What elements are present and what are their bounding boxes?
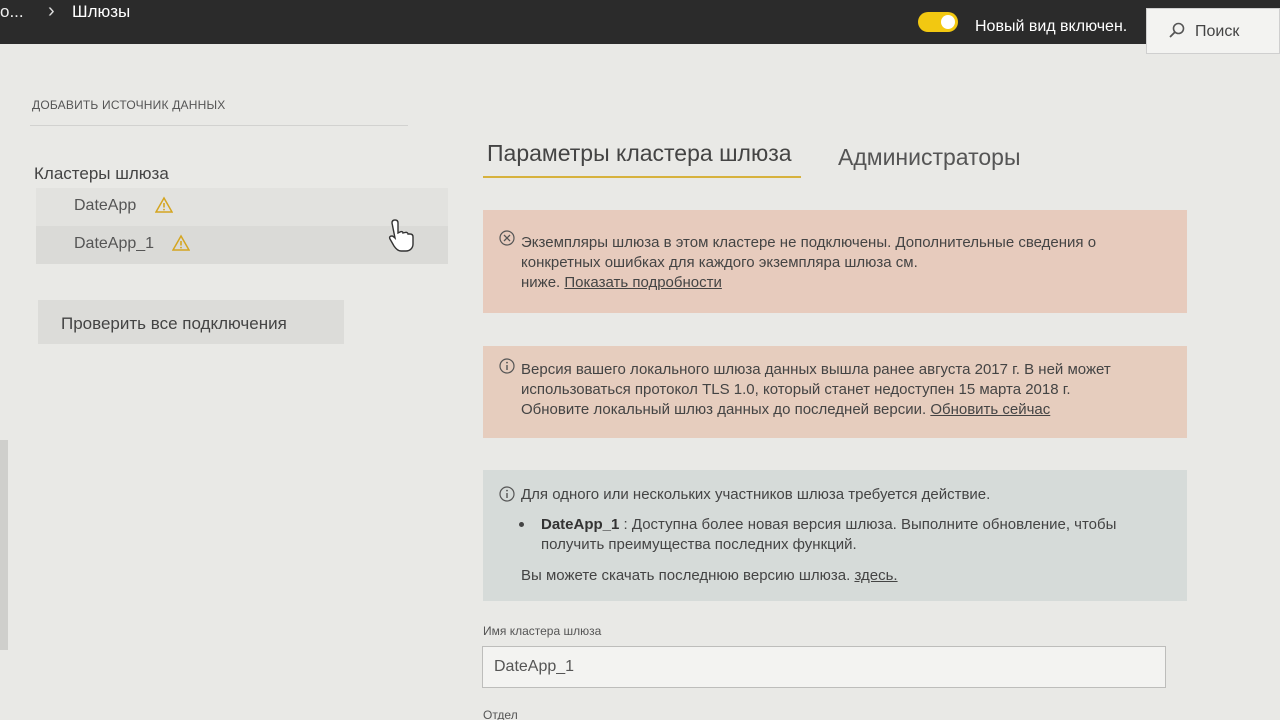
- search-label: Поиск: [1195, 23, 1240, 40]
- cluster-name: DateApp_1: [74, 235, 155, 252]
- cluster-name-label: Имя кластера шлюза: [483, 624, 602, 638]
- warning-icon: [172, 234, 190, 251]
- error-alert-not-connected: Экземпляры шлюза в этом кластере не подк…: [483, 210, 1187, 313]
- info-circle-icon: [499, 486, 515, 502]
- download-here-link[interactable]: здесь.: [854, 567, 897, 584]
- search-icon: [1169, 22, 1185, 38]
- info-title: Для одного или нескольких участников шлю…: [521, 486, 991, 503]
- bullet-dot: [519, 522, 524, 527]
- department-label: Отдел: [483, 708, 518, 720]
- cluster-item-dateapp-1[interactable]: DateApp_1: [36, 226, 448, 264]
- bullet-text: : Доступна более новая версия шлюза. Вып…: [619, 516, 1117, 533]
- info-bullet: DateApp_1 : Доступна более новая версия …: [541, 515, 1157, 555]
- toggle-knob: [941, 15, 955, 29]
- alert-line: Обновите локальный шлюз данных до послед…: [521, 400, 1157, 420]
- alert-line: использоваться протокол TLS 1.0, который…: [521, 381, 1071, 398]
- info-alert-action-required: Для одного или нескольких участников шлю…: [483, 470, 1187, 601]
- alert-line: конкретных ошибках для каждого экземпляр…: [521, 254, 918, 271]
- alert-line: Версия вашего локального шлюза данных вы…: [521, 361, 1111, 378]
- alert-line-prefix: ниже.: [521, 274, 561, 291]
- hand-cursor-icon: [388, 219, 414, 252]
- tab-cluster-settings[interactable]: Параметры кластера шлюза: [487, 140, 792, 167]
- alert-line: ниже. Показать подробности: [521, 273, 1157, 293]
- alert-text: Версия вашего локального шлюза данных вы…: [521, 360, 1157, 420]
- search-button[interactable]: Поиск: [1146, 8, 1280, 54]
- bullet-line: DateApp_1 : Доступна более новая версия …: [541, 515, 1157, 535]
- update-now-link[interactable]: Обновить сейчас: [930, 401, 1050, 418]
- warning-icon: [155, 196, 173, 213]
- bullet-member-name: DateApp_1: [541, 516, 620, 533]
- cluster-name-input[interactable]: [482, 646, 1166, 688]
- active-tab-indicator: [483, 176, 801, 178]
- tab-administrators[interactable]: Администраторы: [838, 144, 1020, 171]
- alert-text: Экземпляры шлюза в этом кластере не подк…: [521, 233, 1157, 293]
- cluster-name: DateApp: [74, 197, 137, 214]
- alert-line: Экземпляры шлюза в этом кластере не подк…: [521, 234, 1097, 251]
- alert-line-prefix: Обновите локальный шлюз данных до послед…: [521, 401, 927, 418]
- info-circle-icon: [499, 358, 515, 374]
- download-line: Вы можете скачать последнюю версию шлюза…: [521, 566, 898, 586]
- scrollbar[interactable]: [0, 440, 8, 650]
- new-view-toggle[interactable]: [918, 12, 958, 32]
- add-data-source-link[interactable]: ДОБАВИТЬ ИСТОЧНИК ДАННЫХ: [32, 98, 226, 112]
- show-details-link[interactable]: Показать подробности: [564, 274, 721, 291]
- sidebar-divider: [30, 125, 408, 126]
- breadcrumb-previous[interactable]: о...: [0, 2, 24, 22]
- download-prefix: Вы можете скачать последнюю версию шлюза…: [521, 567, 851, 584]
- breadcrumb-current: Шлюзы: [72, 2, 131, 21]
- top-bar: о... › Шлюзы Новый вид включен.: [0, 0, 1280, 44]
- bullet-line: получить преимущества последних функций.: [541, 536, 857, 553]
- new-view-label: Новый вид включен.: [975, 18, 1128, 35]
- chevron-right-icon: ›: [48, 0, 55, 22]
- check-all-connections-button[interactable]: Проверить все подключения: [38, 300, 344, 344]
- check-all-label: Проверить все подключения: [61, 314, 287, 333]
- clusters-heading: Кластеры шлюза: [34, 164, 169, 183]
- error-alert-tls-version: Версия вашего локального шлюза данных вы…: [483, 346, 1187, 438]
- error-circle-icon: [499, 230, 515, 246]
- cluster-item-dateapp[interactable]: DateApp: [36, 188, 448, 226]
